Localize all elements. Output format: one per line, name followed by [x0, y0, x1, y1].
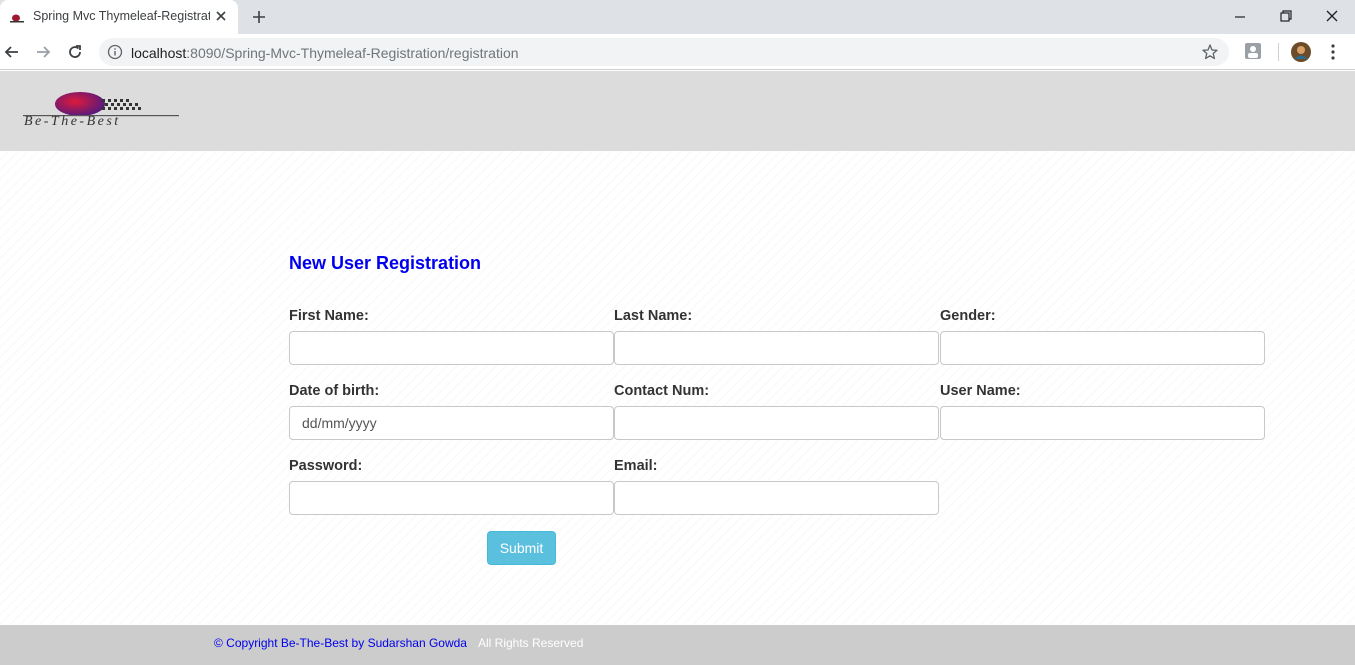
password-group: Password:: [289, 458, 614, 515]
last-name-group: Last Name:: [614, 308, 939, 365]
site-header: Be-The-Best: [0, 71, 1355, 151]
window-close-icon[interactable]: [1321, 6, 1343, 28]
first-name-group: First Name:: [289, 308, 614, 365]
info-icon[interactable]: [107, 44, 123, 60]
browser-tab[interactable]: Spring Mvc Thymeleaf-Registration: [0, 0, 238, 34]
logo[interactable]: Be-The-Best: [22, 89, 182, 129]
minimize-icon[interactable]: [1229, 6, 1251, 28]
menu-dots-icon[interactable]: [1324, 42, 1342, 62]
plus-icon[interactable]: [250, 8, 268, 26]
gender-label: Gender:: [940, 308, 996, 324]
back-arrow-icon[interactable]: [2, 42, 22, 62]
url-host: localhost: [131, 45, 187, 61]
password-label: Password:: [289, 458, 363, 474]
url-text[interactable]: localhost:8090/Spring-Mvc-Thymeleaf-Regi…: [131, 45, 519, 61]
email-group: Email:: [614, 458, 939, 515]
footer-copyright[interactable]: © Copyright Be-The-Best by Sudarshan Gow…: [214, 636, 467, 650]
url-path: :8090/Spring-Mvc-Thymeleaf-Registration/…: [186, 45, 519, 61]
dob-input[interactable]: [289, 406, 614, 440]
footer-rights: All Rights Reserved: [478, 636, 584, 650]
close-icon[interactable]: [213, 8, 229, 24]
address-bar[interactable]: localhost:8090/Spring-Mvc-Thymeleaf-Regi…: [99, 38, 1229, 66]
avatar[interactable]: [1291, 42, 1311, 62]
contact-input[interactable]: [614, 406, 939, 440]
site-footer: © Copyright Be-The-Best by Sudarshan Gow…: [0, 625, 1355, 665]
dob-group: Date of birth:: [289, 383, 614, 440]
submit-button[interactable]: Submit: [487, 531, 556, 565]
tab-title: Spring Mvc Thymeleaf-Registration: [33, 9, 210, 23]
username-input[interactable]: [940, 406, 1265, 440]
gender-group: Gender:: [940, 308, 1265, 365]
page-title: New User Registration: [289, 253, 482, 273]
password-input[interactable]: [289, 481, 614, 515]
email-label: Email:: [614, 458, 658, 474]
browser-toolbar: localhost:8090/Spring-Mvc-Thymeleaf-Regi…: [0, 34, 1355, 70]
username-group: User Name:: [940, 383, 1265, 440]
dob-label: Date of birth:: [289, 383, 380, 399]
username-label: User Name:: [940, 383, 1021, 399]
logo-text: Be-The-Best: [24, 114, 121, 129]
contact-group: Contact Num:: [614, 383, 939, 440]
last-name-label: Last Name:: [614, 308, 693, 324]
first-name-label: First Name:: [289, 308, 369, 324]
gender-input[interactable]: [940, 331, 1265, 365]
forward-arrow-icon[interactable]: [33, 42, 53, 62]
browser-tabstrip: Spring Mvc Thymeleaf-Registration: [0, 0, 1355, 34]
toolbar-divider: [1278, 43, 1279, 61]
extension-icon[interactable]: [1244, 42, 1262, 60]
first-name-input[interactable]: [289, 331, 614, 365]
last-name-input[interactable]: [614, 331, 939, 365]
email-input[interactable]: [614, 481, 939, 515]
reload-icon[interactable]: [65, 42, 85, 62]
favicon-icon: [10, 11, 24, 23]
main-content: New User Registration First Name: Last N…: [0, 151, 1355, 625]
restore-icon[interactable]: [1275, 6, 1297, 28]
star-icon[interactable]: [1201, 43, 1219, 61]
contact-label: Contact Num:: [614, 383, 710, 399]
